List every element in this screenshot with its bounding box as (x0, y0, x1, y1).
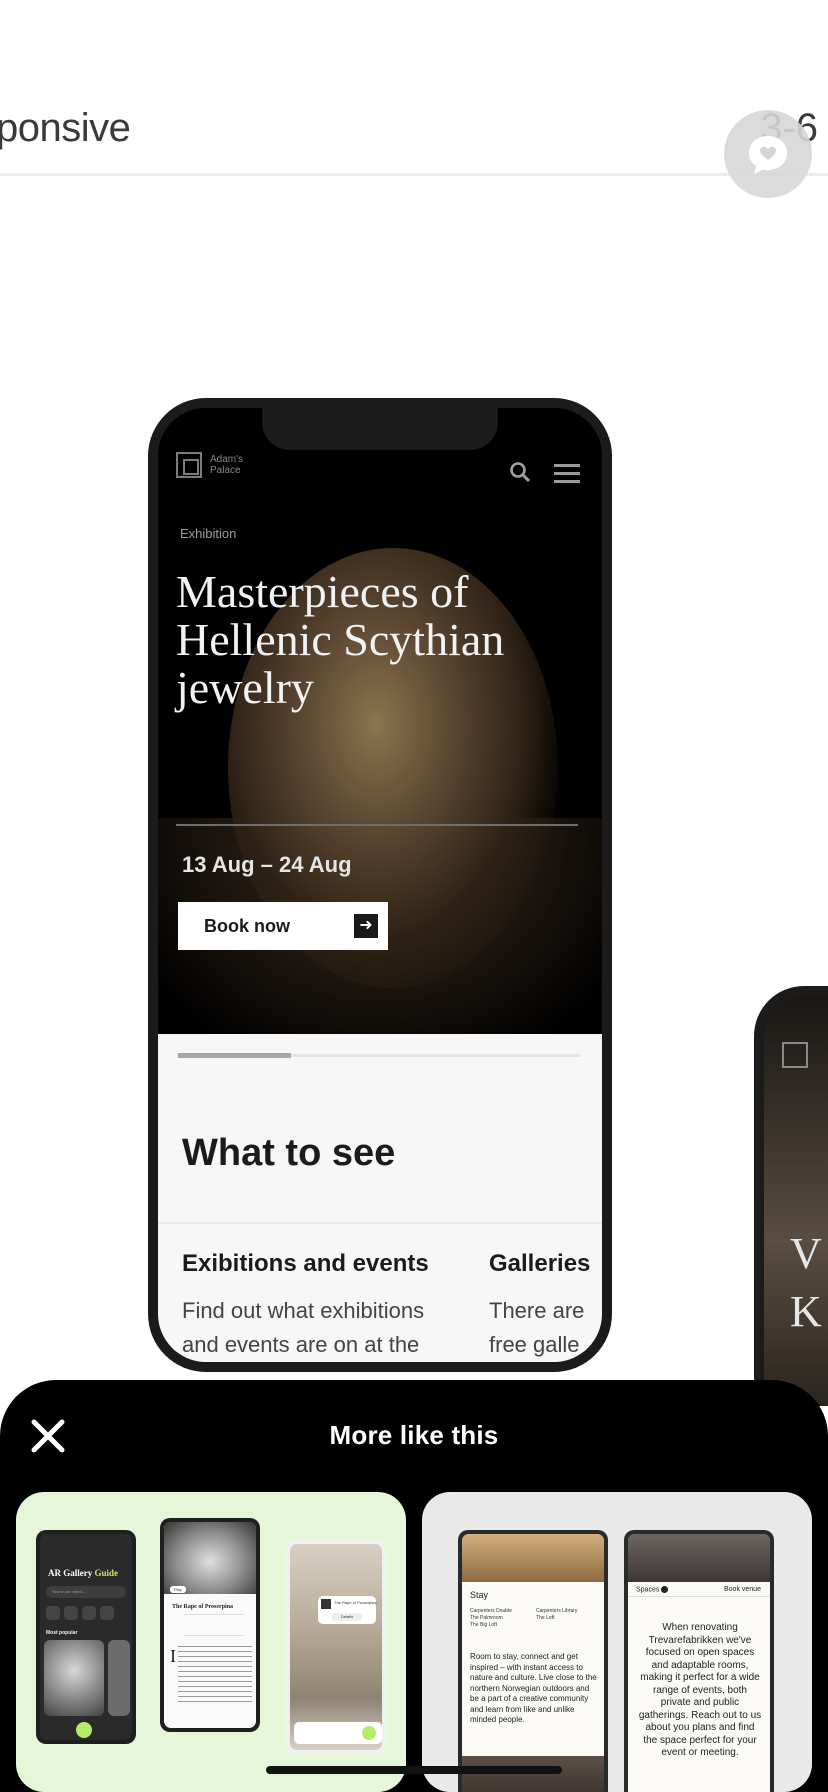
most-popular-label: Most popular (46, 1630, 78, 1636)
carousel-progress (178, 1053, 580, 1058)
exhibition-label: Exhibition (180, 526, 237, 541)
bottom-art-card (294, 1722, 382, 1744)
sculpture-card-image (44, 1640, 104, 1716)
exhibition-title: Masterpieces of Hellenic Scythian jewelr… (176, 566, 505, 713)
card-exhibitions[interactable]: Exibitions and events Find out what exhi… (182, 1250, 429, 1362)
related-pin-ar-gallery[interactable]: AR Gallery Guide Search art object... Mo… (16, 1492, 406, 1792)
next-phone-screen: V K (764, 996, 828, 1406)
chat-heart-icon (749, 136, 787, 174)
play-button: Play (170, 1586, 186, 1593)
top-bar: ponsive 3-6 (0, 0, 828, 178)
hero-divider (176, 824, 578, 826)
card-title: Exibitions and events (182, 1250, 429, 1277)
mini-phone-spaces: Spaces Book venue When renovating Trevar… (624, 1530, 774, 1792)
search-icon[interactable] (508, 460, 532, 484)
phone-screen: Adam's Palace Exhibition Masterpieces of… (158, 408, 602, 1362)
exhibition-dates: 13 Aug – 24 Aug (182, 852, 352, 878)
arrow-right-icon: ➜ (354, 914, 378, 938)
spaces-description: When renovating Trevarefabrikken we've f… (638, 1622, 762, 1758)
pin-title: ponsive (0, 106, 131, 150)
card-body: There are free galle (489, 1298, 585, 1357)
stay-description: Room to stay, connect and get inspired –… (470, 1652, 597, 1724)
book-venue-link: Book venue (724, 1586, 761, 1593)
mini-screen: AR Gallery Guide Search art object... Mo… (40, 1534, 132, 1740)
spaces-label: Spaces (636, 1586, 669, 1593)
date-separator: – (254, 852, 279, 877)
artwork-meta (184, 1614, 244, 1636)
mini-screen: Play The Rape of Proserpina I (164, 1522, 256, 1728)
mini-phone-ar-view: The Rape of Proserpina Details (286, 1540, 386, 1754)
date-start: 13 Aug (182, 852, 255, 877)
rooms-list-left: Carpenters Double The Palmroom The Big Lof… (470, 1608, 512, 1628)
scan-button (76, 1722, 92, 1738)
screen: ponsive 3-6 Adam's Palace (0, 0, 828, 1792)
venue-photo (628, 1534, 770, 1582)
more-like-this-sheet: More like this AR Gallery Guide Search a… (0, 1380, 828, 1792)
mini-divider (628, 1596, 770, 1597)
next-card-image (108, 1640, 130, 1716)
peek-letter: K (790, 1287, 822, 1336)
sheet-title: More like this (329, 1420, 499, 1450)
hamburger-menu-icon[interactable] (554, 464, 580, 488)
lounge-photo (462, 1756, 604, 1792)
room-photo (462, 1534, 604, 1582)
mini-screen: Stay Carpenters Double The Palmroom The Bi… (462, 1534, 604, 1792)
phone-notch (262, 408, 498, 450)
stay-heading: Stay (470, 1590, 489, 1600)
brand-mark-icon (782, 1042, 808, 1068)
related-pin-trevarefabrikken[interactable]: Stay Carpenters Double The Palmroom The Bi… (422, 1492, 812, 1792)
mini-screen: Spaces Book venue When renovating Trevar… (628, 1534, 770, 1792)
card-body: Find out what exhibitions and events are… (182, 1298, 425, 1357)
artwork-title: The Rape of Proserpina (172, 1604, 234, 1610)
brand-logo[interactable]: Adam's Palace (176, 452, 260, 478)
section-title: What to see (182, 1132, 396, 1174)
mini-phone-stay: Stay Carpenters Double The Palmroom The Bi… (458, 1530, 608, 1792)
exhibition-hero: Adam's Palace Exhibition Masterpieces of… (158, 408, 602, 1034)
peek-letter: V (790, 1229, 822, 1278)
mini-phone-artwork: Play The Rape of Proserpina I (160, 1518, 260, 1732)
card-galleries[interactable]: Galleries There are free galle (489, 1250, 590, 1362)
next-phone-mockup[interactable]: V K (754, 986, 828, 1406)
divider (0, 173, 828, 176)
home-indicator (266, 1766, 562, 1774)
rooms-list-right: Carpenters Library The Loft (536, 1608, 578, 1621)
drop-cap: I (170, 1646, 176, 1666)
filter-chips (46, 1606, 126, 1620)
search-input: Search art object... (46, 1586, 126, 1598)
phone-mockup[interactable]: Adam's Palace Exhibition Masterpieces of… (148, 398, 612, 1372)
mini-screen: The Rape of Proserpina Details (290, 1544, 382, 1750)
brand-mark-icon (176, 452, 202, 478)
article-text (178, 1646, 252, 1706)
what-to-see-section: What to see Exibitions and events Find o… (158, 1034, 602, 1362)
art-popup: The Rape of Proserpina Details (318, 1596, 376, 1624)
book-now-button[interactable]: Book now ➜ (178, 902, 388, 950)
section-divider (158, 1222, 602, 1224)
statue-image (164, 1522, 256, 1594)
mini-phone-home: AR Gallery Guide Search art object... Mo… (36, 1530, 136, 1744)
book-now-label: Book now (204, 915, 290, 936)
carousel-progress-fill (178, 1053, 291, 1058)
date-end: 24 Aug (279, 852, 352, 877)
app-title: AR Gallery Guide (48, 1568, 119, 1578)
card-title: Galleries (489, 1250, 591, 1277)
brand-name: Adam's Palace (210, 454, 244, 476)
chat-button[interactable] (724, 110, 812, 198)
